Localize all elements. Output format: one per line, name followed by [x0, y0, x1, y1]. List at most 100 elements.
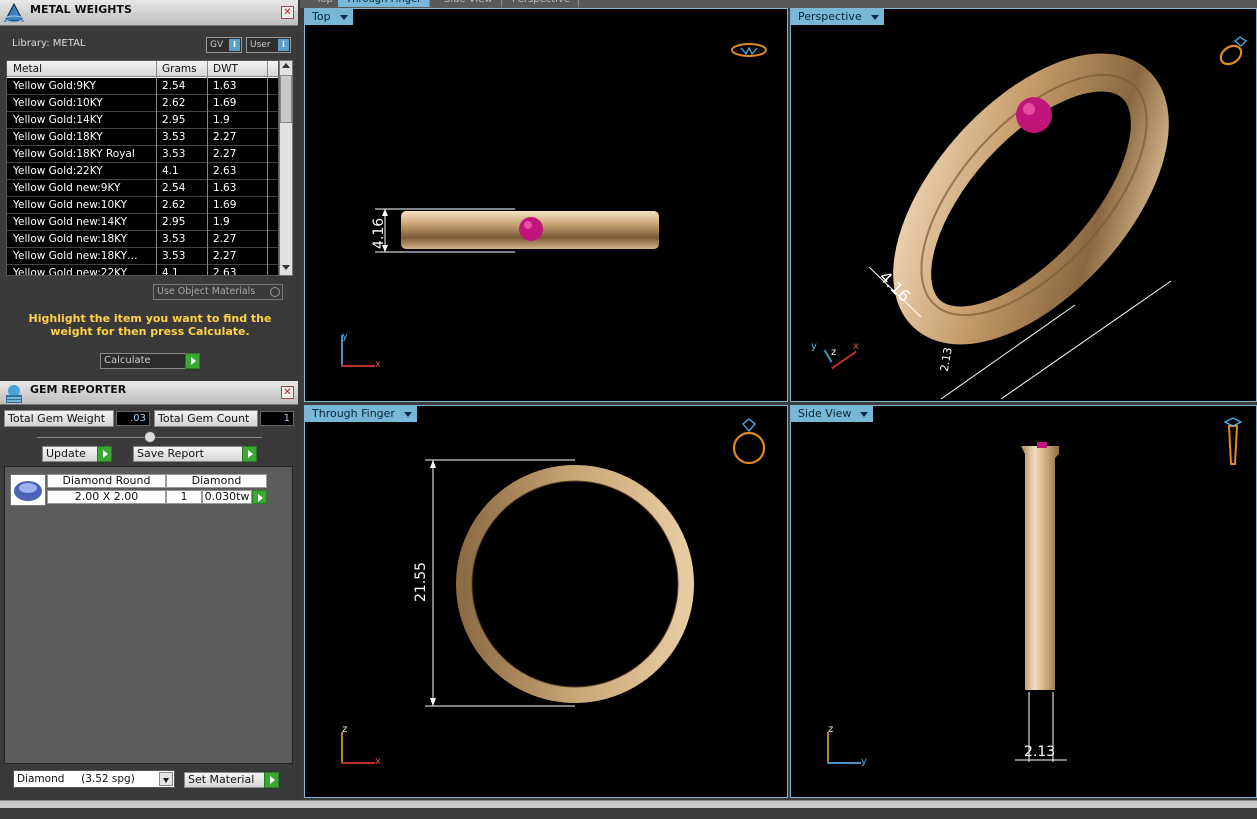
play-arrow-icon — [258, 494, 263, 502]
metal-name: Yellow Gold:14KY — [13, 114, 103, 126]
dwt-value: 1.9 — [213, 216, 230, 228]
ring-top-render — [375, 208, 659, 253]
gv-label: GV — [210, 40, 224, 50]
axis-x-label: x — [375, 756, 381, 767]
metal-name: Yellow Gold new:18KY… — [13, 250, 138, 262]
grams-value: 2.62 — [162, 199, 186, 211]
material-select[interactable]: Diamond (3.52 spg) — [13, 770, 175, 788]
user-toggle[interactable]: User i — [246, 37, 291, 53]
metal-name: Yellow Gold:22KY — [13, 165, 103, 177]
col-metal[interactable]: Metal — [13, 63, 42, 75]
calculate-label: Calculate — [104, 355, 151, 366]
table-row[interactable]: Yellow Gold new:10KY 2.62 1.69 — [7, 197, 278, 214]
grams-value: 4.1 — [162, 165, 179, 177]
ring-top-view-icon — [731, 43, 767, 57]
round-diamond-icon — [14, 481, 42, 501]
zoom-slider-knob[interactable] — [144, 431, 156, 443]
metal-name: Yellow Gold new:14KY — [13, 216, 128, 228]
axis-z-label: z — [828, 724, 834, 735]
ring-side-icon — [1223, 417, 1243, 465]
metal-weights-header: METAL WEIGHTS ✕ — [0, 0, 298, 26]
grams-value: 2.54 — [162, 80, 186, 92]
set-material-button[interactable]: Set Material — [184, 772, 279, 788]
axis-y-label: y — [861, 756, 867, 767]
axis-y-label: y — [811, 341, 817, 352]
scroll-up-icon[interactable] — [282, 63, 290, 68]
viewport-side[interactable]: Side View 2.13 z y — [790, 405, 1257, 798]
close-gem-reporter-icon[interactable]: ✕ — [281, 386, 294, 399]
total-gem-weight-label: Total Gem Weight — [4, 410, 114, 427]
dwt-value: 2.27 — [213, 233, 237, 245]
table-row[interactable]: Yellow Gold:18KY 3.53 2.27 — [7, 129, 278, 146]
table-row[interactable]: Yellow Gold new:18KY 3.53 2.27 — [7, 231, 278, 248]
metal-name: Yellow Gold:18KY — [13, 131, 103, 143]
axis-x-line — [341, 365, 375, 367]
viewport-top[interactable]: Top 4.16 y x — [304, 8, 788, 402]
grams-value: 2.95 — [162, 114, 186, 126]
info-icon: i — [278, 39, 289, 51]
metal-table-header: Metal Grams DWT — [7, 61, 278, 77]
gv-toggle[interactable]: GV i — [206, 37, 242, 53]
save-report-button[interactable]: Save Report — [133, 446, 257, 462]
col-grams[interactable]: Grams — [162, 63, 197, 75]
close-metal-weights-icon[interactable]: ✕ — [281, 6, 294, 19]
ring-front-render — [425, 459, 694, 707]
grams-value: 2.54 — [162, 182, 186, 194]
dwt-value: 2.27 — [213, 250, 237, 262]
table-row[interactable]: Yellow Gold:9KY 2.54 1.63 — [7, 78, 278, 95]
chevron-down-icon[interactable] — [159, 772, 173, 786]
metal-table-scrollbar[interactable] — [279, 60, 293, 276]
table-row[interactable]: Yellow Gold new:9KY 2.54 1.63 — [7, 180, 278, 197]
gem-list: Diamond Round Diamond 2.00 X 2.00 1 0.03… — [4, 466, 293, 764]
metal-table: Metal Grams DWT Yellow Gold:9KY 2.54 1.63 Y… — [6, 60, 279, 276]
left-panel: METAL WEIGHTS ✕ Library: METAL GV i User i… — [0, 0, 300, 808]
gem-grid-icon — [6, 385, 22, 403]
scroll-thumb[interactable] — [280, 75, 292, 123]
user-label: User — [250, 40, 271, 50]
viewport-top-label[interactable]: Top — [305, 9, 353, 25]
play-arrow-icon — [264, 772, 279, 788]
table-row[interactable]: Yellow Gold:22KY 4.1 2.63 — [7, 163, 278, 180]
dwt-value: 2.27 — [213, 148, 237, 160]
play-arrow-icon — [242, 446, 257, 462]
table-row[interactable]: Yellow Gold new:18KY… 3.53 2.27 — [7, 248, 278, 265]
metal-name: Yellow Gold new:18KY — [13, 233, 128, 245]
table-row[interactable]: Yellow Gold:14KY 2.95 1.9 — [7, 112, 278, 129]
table-row[interactable]: Yellow Gold new:22KY 4.1 2.63 — [7, 265, 278, 276]
viewport-perspective-label[interactable]: Perspective — [791, 9, 884, 25]
table-row[interactable]: Yellow Gold new:14KY 2.95 1.9 — [7, 214, 278, 231]
tab-side-view[interactable]: Side View — [436, 0, 502, 7]
grams-value: 4.1 — [162, 267, 179, 276]
scroll-down-icon[interactable] — [282, 265, 290, 270]
gem-thumbnail[interactable] — [10, 474, 46, 506]
viewport-through-finger[interactable]: Through Finger 21.55 z x — [304, 405, 788, 798]
dwt-value: 1.63 — [213, 80, 237, 92]
viewport-through-finger-label[interactable]: Through Finger — [305, 406, 417, 422]
top-dimension: 4.16 — [371, 217, 387, 249]
axis-z-line — [341, 732, 343, 764]
tab-perspective[interactable]: Perspective — [504, 0, 579, 7]
calculate-hint: Highlight the item you want to find the … — [28, 312, 272, 338]
through-finger-dimension: 21.55 — [413, 561, 429, 602]
status-bar — [0, 800, 1257, 808]
ring-front-icon — [732, 418, 766, 465]
play-arrow-icon — [97, 446, 112, 462]
col-divider — [207, 61, 208, 275]
viewport-perspective[interactable]: Perspective 4.16 2.13 y z x — [790, 8, 1257, 402]
calculate-button[interactable]: Calculate — [100, 353, 200, 369]
viewport-side-label[interactable]: Side View — [791, 406, 874, 422]
tab-through-finger[interactable]: Through Finger — [338, 0, 431, 7]
use-object-materials-toggle[interactable]: Use Object Materials — [153, 284, 283, 300]
grams-value: 3.53 — [162, 250, 186, 262]
col-dwt[interactable]: DWT — [213, 63, 238, 75]
tab-top[interactable]: Top — [308, 0, 342, 7]
table-row[interactable]: Yellow Gold:18KY Royal 3.53 2.27 — [7, 146, 278, 163]
gem-go-button[interactable] — [252, 490, 267, 504]
table-row[interactable]: Yellow Gold:10KY 2.62 1.69 — [7, 95, 278, 112]
dwt-value: 1.63 — [213, 182, 237, 194]
gem-count: 1 — [166, 490, 202, 504]
dwt-value: 1.9 — [213, 114, 230, 126]
metal-weights-title: METAL WEIGHTS — [30, 3, 132, 16]
update-button[interactable]: Update — [42, 446, 112, 462]
gem-reporter-header: GEM REPORTER ✕ — [0, 381, 298, 405]
